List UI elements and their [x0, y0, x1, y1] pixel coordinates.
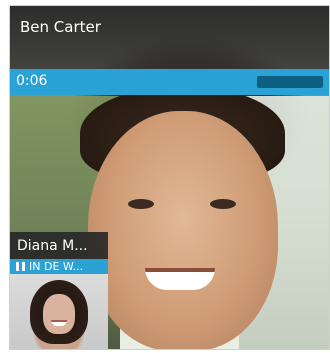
call-elapsed-time: 0:06	[16, 73, 48, 89]
pause-icon	[16, 262, 26, 271]
call-timer-bar: 0:06	[10, 69, 329, 95]
pip-contact-name: Diana M...	[17, 238, 88, 254]
pip-status-bar: IN DE W...	[10, 259, 108, 274]
call-progress-indicator	[257, 76, 323, 88]
pip-contact-face	[43, 294, 75, 334]
caller-header: Ben Carter	[10, 6, 329, 69]
pip-status-text: IN DE W...	[29, 260, 83, 273]
caller-mouth	[145, 268, 215, 290]
caller-face	[88, 111, 278, 349]
caller-eye-right	[210, 199, 236, 209]
picture-in-picture-tile[interactable]: Diana M... IN DE W...	[10, 232, 108, 349]
caller-eye-left	[128, 199, 154, 209]
caller-name: Ben Carter	[20, 18, 101, 36]
video-call-screen: Ben Carter 0:06 Diana M... IN DE W...	[9, 5, 330, 350]
